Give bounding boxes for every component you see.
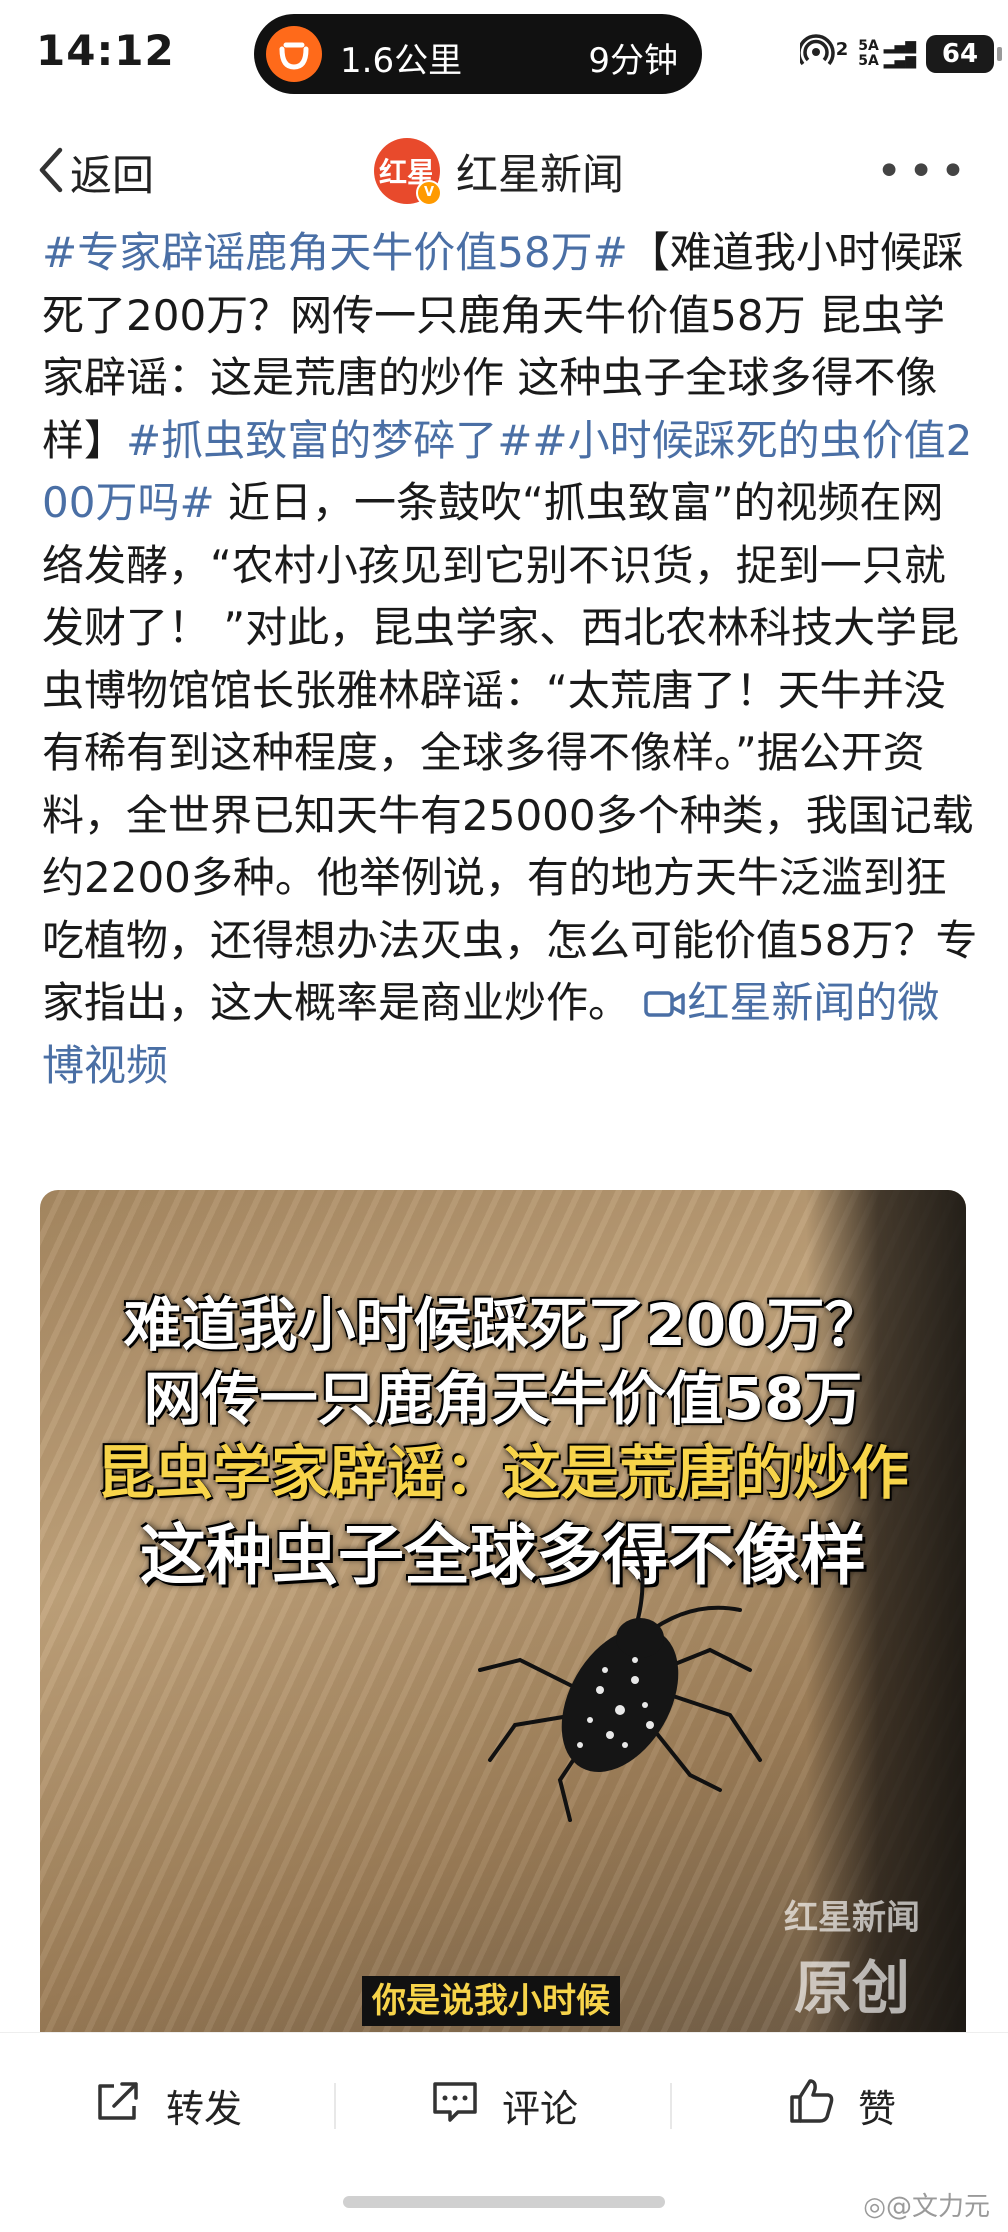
comment-icon bbox=[430, 2078, 480, 2133]
repost-label: 转发 bbox=[166, 2086, 243, 2131]
comment-button[interactable]: 评论 bbox=[430, 2077, 578, 2133]
source-name: 红星新闻 bbox=[456, 149, 625, 199]
video-watermark: 红星新闻 原创 bbox=[772, 1890, 932, 2025]
status-icons: 2 5A ▂▄▆ 5A ▂▄▆ 64 bbox=[797, 30, 1002, 78]
more-dots-icon[interactable]: ••• bbox=[876, 150, 972, 194]
hotspot-badge: 2 bbox=[835, 39, 849, 60]
divider bbox=[334, 2083, 336, 2129]
post-text: #专家辟谣鹿角天牛价值58万#【难道我小时候踩死了200万？网传一只鹿角天牛价值… bbox=[42, 222, 978, 1097]
clock: 14:12 bbox=[36, 26, 175, 75]
like-button[interactable]: 赞 bbox=[786, 2077, 896, 2133]
source-header[interactable]: 红星 V 红星新闻 bbox=[374, 138, 625, 206]
signal-top-label: 5A bbox=[858, 38, 879, 54]
source-avatar: 红星 V bbox=[374, 138, 442, 206]
watermark-source: 红星新闻 bbox=[784, 1898, 920, 1938]
repost-button[interactable]: 转发 bbox=[94, 2077, 242, 2133]
action-bar: 转发 评论 赞 bbox=[0, 2032, 1008, 2173]
video-caption: 网传一只鹿角天牛价值58万 bbox=[143, 1365, 863, 1433]
comment-label: 评论 bbox=[502, 2086, 579, 2131]
signal-icon: 5A ▂▄▆ 5A ▂▄▆ bbox=[858, 38, 916, 69]
back-button[interactable]: 返回 bbox=[36, 142, 154, 202]
post-body: 近日，一条鼓吹“抓虫致富”的视频在网络发酵，“农村小孩见到它别不识货，捉到一只就… bbox=[42, 478, 978, 1027]
title-bar: 返回 红星 V 红星新闻 ••• bbox=[0, 126, 1008, 222]
credit-label: @文力元 bbox=[885, 2192, 990, 2222]
chevron-left-icon bbox=[36, 144, 66, 200]
back-label: 返回 bbox=[70, 150, 155, 200]
share-icon bbox=[94, 2078, 144, 2133]
didi-logo-icon bbox=[266, 26, 322, 82]
beetle-image bbox=[478, 1538, 762, 1822]
signal-bottom-label: 5A bbox=[858, 53, 879, 69]
divider bbox=[670, 2083, 672, 2129]
battery-level: 64 bbox=[941, 39, 979, 69]
hotspot-icon: 2 bbox=[797, 34, 849, 74]
navigation-pill[interactable]: 1.6公里 9分钟 bbox=[254, 14, 702, 94]
nav-eta: 9分钟 bbox=[588, 41, 678, 81]
weibo-icon: ◎ bbox=[863, 2192, 886, 2222]
video-subtitle: 你是说我小时候 bbox=[362, 1976, 620, 2026]
video-player[interactable]: 难道我小时候踩死了200万？ 网传一只鹿角天牛价值58万 昆虫学家辟谣：这是荒唐… bbox=[40, 1190, 966, 2032]
watermark-credit: ◎@文力元 bbox=[863, 2186, 990, 2223]
home-indicator[interactable] bbox=[343, 2196, 665, 2208]
battery-icon: 64 bbox=[926, 35, 1002, 73]
verified-icon: V bbox=[416, 180, 442, 206]
like-label: 赞 bbox=[858, 2086, 897, 2131]
video-caption: 昆虫学家辟谣：这是荒唐的炒作 bbox=[96, 1439, 909, 1507]
hashtag-link[interactable]: #抓虫致富的梦碎了# bbox=[126, 416, 532, 465]
video-caption: 难道我小时候踩死了200万？ bbox=[123, 1291, 883, 1359]
nav-distance: 1.6公里 bbox=[340, 41, 463, 81]
hashtag-link[interactable]: #专家辟谣鹿角天牛价值58万# bbox=[42, 228, 628, 277]
watermark-original: 原创 bbox=[793, 1954, 910, 2022]
thumbs-up-icon bbox=[786, 2077, 836, 2134]
status-bar: 14:12 1.6公里 9分钟 2 5A ▂▄▆ 5A ▂▄▆ 64 bbox=[0, 0, 1008, 108]
video-camera-icon bbox=[643, 978, 687, 1027]
